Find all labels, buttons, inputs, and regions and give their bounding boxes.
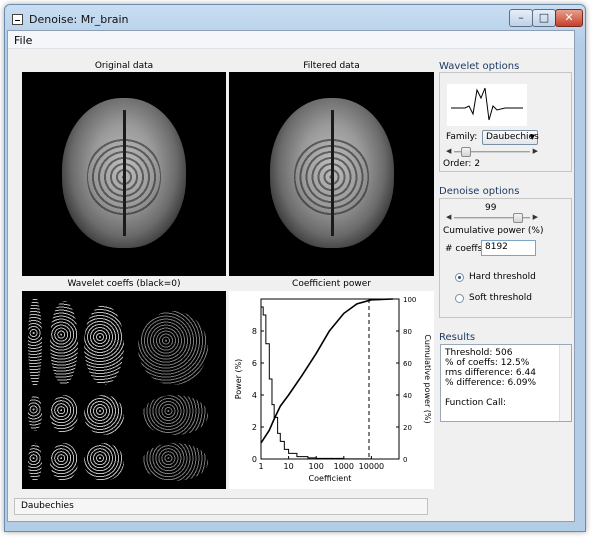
- y-tick-label: 2: [252, 423, 257, 432]
- coeff-band: [50, 395, 78, 433]
- slider-left-arrow-icon[interactable]: ◀: [446, 147, 451, 155]
- coeff-band: [50, 443, 78, 481]
- order-label-text: Order:: [443, 159, 472, 169]
- x-tick-label: 100: [309, 462, 324, 471]
- coeff-band: [142, 443, 208, 481]
- minimize-button[interactable]: –: [509, 9, 533, 27]
- x-tick-label: 1000: [334, 462, 354, 471]
- wavelet-options-title: Wavelet options: [439, 61, 520, 72]
- close-button[interactable]: ✕: [555, 9, 583, 27]
- y2-tick-label: 40: [403, 392, 412, 400]
- coefficient-power-label: Coefficient power: [292, 279, 371, 289]
- brain-scan-original: [62, 98, 186, 248]
- filtered-data-label: Filtered data: [303, 61, 360, 71]
- slider-thumb[interactable]: [513, 213, 524, 223]
- y2-tick-label: 60: [403, 360, 412, 368]
- window-title: Denoise: Mr_brain: [29, 13, 129, 26]
- x-tick-label: 1: [258, 462, 263, 471]
- maximize-button[interactable]: □: [532, 9, 556, 27]
- result-function-call: Function Call:: [445, 398, 506, 408]
- slider-right-arrow-icon[interactable]: ▶: [533, 147, 538, 155]
- power-slider[interactable]: ◀ ▶: [446, 213, 538, 223]
- results-title: Results: [439, 332, 476, 343]
- filtered-image: [229, 72, 434, 276]
- soft-threshold-radio[interactable]: [455, 294, 464, 303]
- results-scrollbar[interactable]: [559, 345, 571, 421]
- y2-tick-label: 100: [403, 296, 416, 304]
- order-value: 2: [474, 159, 481, 169]
- y-axis-label: Power (%): [234, 359, 243, 400]
- power-histogram-line: [261, 306, 394, 460]
- power-value: 99: [485, 203, 497, 213]
- soft-threshold-label[interactable]: Soft threshold: [469, 293, 532, 303]
- cumulative-power-line: [260, 298, 393, 444]
- chevron-down-icon: ▼: [529, 133, 535, 141]
- y-tick-label: 0: [252, 455, 257, 464]
- coeff-band: [84, 443, 124, 481]
- y2-axis-label: Cumulative power (%): [423, 334, 432, 423]
- y2-tick-label: 80: [403, 328, 412, 336]
- menu-file[interactable]: File: [14, 34, 32, 47]
- family-label: Family:: [446, 132, 478, 142]
- coeff-band: [28, 443, 42, 481]
- wavelet-shape-preview: [447, 84, 527, 126]
- result-percent-coeffs: % of coeffs: 12.5%: [445, 358, 530, 368]
- results-box[interactable]: Threshold: 506 % of coeffs: 12.5% rms di…: [440, 344, 572, 422]
- result-rms-difference: rms difference: 6.44: [445, 368, 536, 378]
- brain-scan-filtered: [269, 98, 394, 248]
- coeff-band: [138, 311, 208, 385]
- wavelet-coeffs-label: Wavelet coeffs (black=0): [67, 279, 181, 289]
- coeff-band: [28, 297, 42, 387]
- result-percent-difference: % difference: 6.09%: [445, 378, 537, 388]
- denoise-options-title: Denoise options: [439, 186, 520, 197]
- original-data-label: Original data: [94, 61, 154, 71]
- y-tick-label: 4: [252, 391, 257, 400]
- slider-left-arrow-icon[interactable]: ◀: [446, 213, 451, 221]
- coeff-band: [84, 395, 124, 435]
- coefficient-power-chart: 1 10 100 1000 10000 0 2 4 6 8 0 20 40 60 80 100 Coeffici…: [229, 291, 434, 489]
- y2-tick-label: 0: [403, 456, 407, 464]
- power-plot-svg: 1 10 100 1000 1000002468020406080100Coeffici…: [234, 296, 432, 483]
- coeff-band: [142, 395, 208, 435]
- wavelet-shape-icon: [451, 87, 523, 121]
- status-bar: Daubechies: [14, 498, 428, 515]
- wavelet-coeffs-image: [22, 291, 226, 489]
- x-tick-label: 10: [284, 462, 294, 471]
- coeffs-input[interactable]: 8192: [481, 240, 536, 256]
- app-icon: [12, 14, 23, 25]
- plot-frame: [260, 298, 400, 460]
- slider-thumb[interactable]: [460, 147, 471, 157]
- family-dropdown[interactable]: Daubechies ▼: [482, 130, 539, 145]
- y-tick-label: 8: [252, 327, 257, 336]
- coeff-band: [84, 305, 124, 385]
- order-label: Order: 2: [443, 159, 480, 169]
- menu-bar: File: [8, 31, 574, 49]
- cumulative-power-label: Cumulative power (%): [443, 226, 544, 236]
- original-image: [22, 72, 226, 276]
- x-tick-label: 10000: [359, 462, 384, 471]
- x-axis-label: Coefficient: [309, 474, 352, 483]
- hard-threshold-label[interactable]: Hard threshold: [469, 272, 536, 282]
- order-slider[interactable]: ◀ ▶: [446, 147, 538, 157]
- hard-threshold-radio[interactable]: [455, 273, 464, 282]
- result-threshold: Threshold: 506: [445, 348, 513, 358]
- slider-right-arrow-icon[interactable]: ▶: [533, 213, 538, 221]
- coeff-band: [28, 395, 42, 431]
- y2-tick-label: 20: [403, 424, 412, 432]
- coeffs-label: # coeffs: [445, 244, 483, 254]
- coeff-band: [50, 301, 78, 385]
- y-tick-label: 6: [252, 359, 257, 368]
